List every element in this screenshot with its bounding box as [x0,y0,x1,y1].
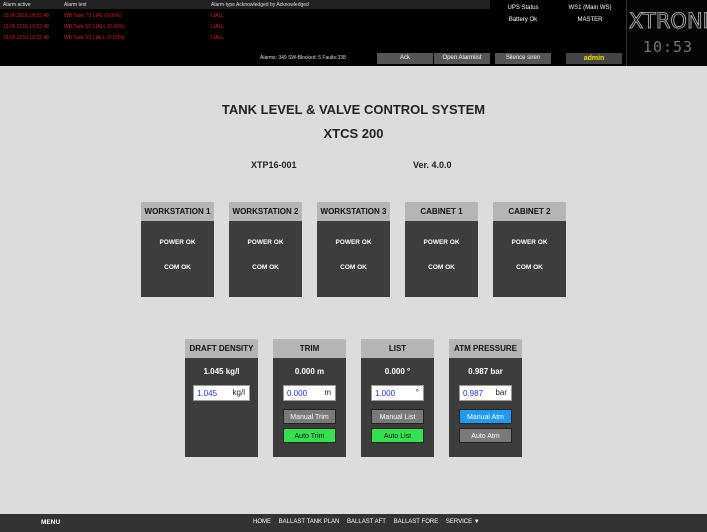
page-title: TANK LEVEL & VALVE CONTROL SYSTEM [221,102,486,117]
nav-service-dropdown[interactable]: SERVICE ▼ [446,519,480,525]
nav-ballast-tank-plan[interactable]: BALLAST TANK PLAN [279,519,340,525]
auto-atm-button[interactable]: Auto Atm [459,428,512,443]
atm-pressure-panel: ATM PRESSURE 0.987 bar 0.987 bar Manual … [449,339,522,457]
status-panel-cabinet-1: CABINET 1 POWER OK COM OK [405,202,478,297]
list-value: 0.000 ° [384,367,411,376]
panel-title: LIST [361,339,434,358]
col-alarm-text: Alarm text [64,2,87,8]
input-unit: ° [415,388,419,397]
input-unit: m [324,388,331,397]
project-code: XTP16-001 [251,160,297,170]
com-status: COM OK [252,264,279,271]
ack-button[interactable]: Ack [377,53,433,64]
input-unit: bar [495,388,507,397]
xtronica-logo: XTRONICA [629,9,707,34]
ws-role: MASTER [577,17,603,23]
list-panel: LIST 0.000 ° 1.000 ° Manual List Auto Li… [361,339,434,457]
open-alarmlist-button[interactable]: Open Alarmlist [434,53,490,64]
power-status: POWER OK [423,239,460,246]
input-value: 1.045 [197,389,218,398]
trim-value: 0.000 m [294,367,325,376]
workstation-info: WS1 (Main WS) MASTER [557,2,623,26]
ups-battery-status: Battery Ok [508,17,538,23]
status-panel-cabinet-2: CABINET 2 POWER OK COM OK [493,202,566,297]
trim-input[interactable]: 0.000 m [283,385,336,401]
com-status: COM OK [516,264,543,271]
brand-area: XTRONICA 10:53 [626,0,707,66]
silence-siren-button[interactable]: Silence siren [495,53,551,64]
status-panel-workstation-1: WORKSTATION 1 POWER OK COM OK [141,202,214,297]
footer-nav-bar: MENU HOME BALLAST TANK PLAN BALLAST AFT … [0,514,707,532]
panel-title: DRAFT DENSITY [185,339,258,358]
panel-title: ATM PRESSURE [449,339,522,358]
com-status: COM OK [428,264,455,271]
menu-button[interactable]: MENU [41,519,60,526]
input-unit: kg/l [232,388,245,397]
trim-panel: TRIM 0.000 m 0.000 m Manual Trim Auto Tr… [273,339,346,457]
draft-density-panel: DRAFT DENSITY 1.045 kg/l 1.045 kg/l [185,339,258,457]
draft-density-value: 1.045 kg/l [203,367,240,376]
com-status: COM OK [164,264,191,271]
col-alarm-type: Alarm type Acknowledged by Acknowledged [211,2,309,8]
alarm-counts: Alarms: 349 SW-Blocked: 5 Faults:338 [260,55,346,61]
alarm-row[interactable]: 15.06.2016 10:52:48 WB Tank 5S LIALL (0.… [0,33,490,43]
status-panel-workstation-2: WORKSTATION 2 POWER OK COM OK [229,202,302,297]
nav-ballast-aft[interactable]: BALLAST AFT [347,519,386,525]
ups-status: UPS Status Battery Ok [493,2,553,26]
auto-trim-button[interactable]: Auto Trim [283,428,336,443]
system-subtitle: XTCS 200 [323,126,384,141]
atm-pressure-value: 0.987 bar [468,367,503,376]
clock: 10:53 [642,38,694,56]
input-value: 1.000 [375,389,396,398]
ws-title: WS1 (Main WS) [568,5,612,11]
alarm-table: Alarm active Alarm text Alarm type Ackno… [0,0,490,52]
manual-atm-button[interactable]: Manual Atm [459,409,512,424]
version-label: Ver. 4.0.0 [413,160,452,170]
manual-list-button[interactable]: Manual List [371,409,424,424]
alarm-row[interactable]: 15.06.2016 10:52:48 WB Tank 7S LIAL (0.0… [0,11,490,21]
auto-list-button[interactable]: Auto List [371,428,424,443]
power-status: POWER OK [511,239,548,246]
com-status: COM OK [340,264,367,271]
power-status: POWER OK [247,239,284,246]
power-status: POWER OK [335,239,372,246]
draft-density-input[interactable]: 1.045 kg/l [193,385,250,401]
input-value: 0.000 [287,389,308,398]
manual-trim-button[interactable]: Manual Trim [283,409,336,424]
panel-title: CABINET 1 [405,202,478,221]
atm-pressure-input[interactable]: 0.987 bar [459,385,512,401]
power-status: POWER OK [159,239,196,246]
user-login-button[interactable]: admin [566,53,622,64]
panel-title: WORKSTATION 2 [229,202,302,221]
ups-title: UPS Status [507,5,539,11]
alarm-row[interactable]: 15.06.2016 10:52:48 WB Tank 6C LIALL (0.… [0,22,490,32]
nav-ballast-fore[interactable]: BALLAST FORE [394,519,439,525]
panel-title: WORKSTATION 3 [317,202,390,221]
panel-title: TRIM [273,339,346,358]
input-value: 0.987 [463,389,484,398]
nav-home[interactable]: HOME [253,519,271,525]
list-input[interactable]: 1.000 ° [371,385,424,401]
alarm-table-header: Alarm active Alarm text Alarm type Ackno… [0,0,490,9]
col-alarm-active: Alarm active [3,2,31,8]
alarm-bar: Alarm active Alarm text Alarm type Ackno… [0,0,707,66]
footer-nav: HOME BALLAST TANK PLAN BALLAST AFT BALLA… [253,519,486,525]
panel-title: CABINET 2 [493,202,566,221]
panel-title: WORKSTATION 1 [141,202,214,221]
status-panel-workstation-3: WORKSTATION 3 POWER OK COM OK [317,202,390,297]
